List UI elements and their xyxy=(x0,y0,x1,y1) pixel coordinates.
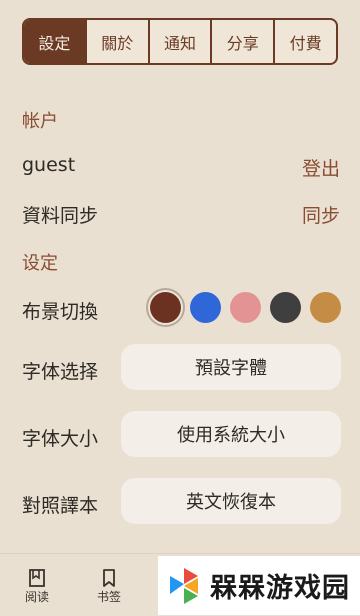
nav-bookmark-label: 书签 xyxy=(96,590,121,604)
background-swatch-pink[interactable] xyxy=(230,292,261,323)
account-section-title: 帐户 xyxy=(22,111,58,132)
data-sync-label: 資料同步 xyxy=(22,205,99,227)
background-swatch-brown[interactable] xyxy=(150,292,181,323)
background-color-picker xyxy=(150,292,341,323)
watermark-text: 槑槑游戏园 xyxy=(210,573,350,604)
top-tab-bar: 設定 關於 通知 分享 付費 xyxy=(22,18,338,65)
book-icon xyxy=(29,569,45,587)
font-size-label: 字体大小 xyxy=(22,428,99,450)
username-label: guest xyxy=(22,154,76,176)
background-swatch-dark-gray[interactable] xyxy=(270,292,301,323)
nav-read[interactable]: 阅读 xyxy=(17,568,57,605)
font-size-button[interactable]: 使用系統大小 xyxy=(121,411,341,457)
font-select-label: 字体选择 xyxy=(22,361,99,383)
logo-petal-4 xyxy=(170,575,184,594)
sync-button[interactable]: 同步 xyxy=(302,201,340,228)
tab-payment[interactable]: 付費 xyxy=(273,20,336,63)
watermark-logo-icon xyxy=(170,567,198,604)
background-swatch-blue[interactable] xyxy=(190,292,221,323)
background-swatch-ochre[interactable] xyxy=(310,292,341,323)
tab-about[interactable]: 關於 xyxy=(84,20,148,63)
logout-button[interactable]: 登出 xyxy=(302,154,340,181)
tab-notifications[interactable]: 通知 xyxy=(147,20,211,63)
tab-settings[interactable]: 設定 xyxy=(24,20,85,63)
nav-read-label: 阅读 xyxy=(24,590,49,604)
font-select-button[interactable]: 預設字體 xyxy=(121,344,341,390)
tab-share[interactable]: 分享 xyxy=(210,20,273,63)
watermark: 槑槑游戏园 xyxy=(158,556,360,615)
compare-version-label: 對照譯本 xyxy=(22,495,99,517)
settings-section-title: 设定 xyxy=(22,253,58,274)
background-switch-label: 布景切換 xyxy=(22,301,99,323)
bookmark-icon xyxy=(103,569,115,587)
compare-version-button[interactable]: 英文恢復本 xyxy=(121,478,341,524)
nav-bookmark[interactable]: 书签 xyxy=(89,568,129,605)
